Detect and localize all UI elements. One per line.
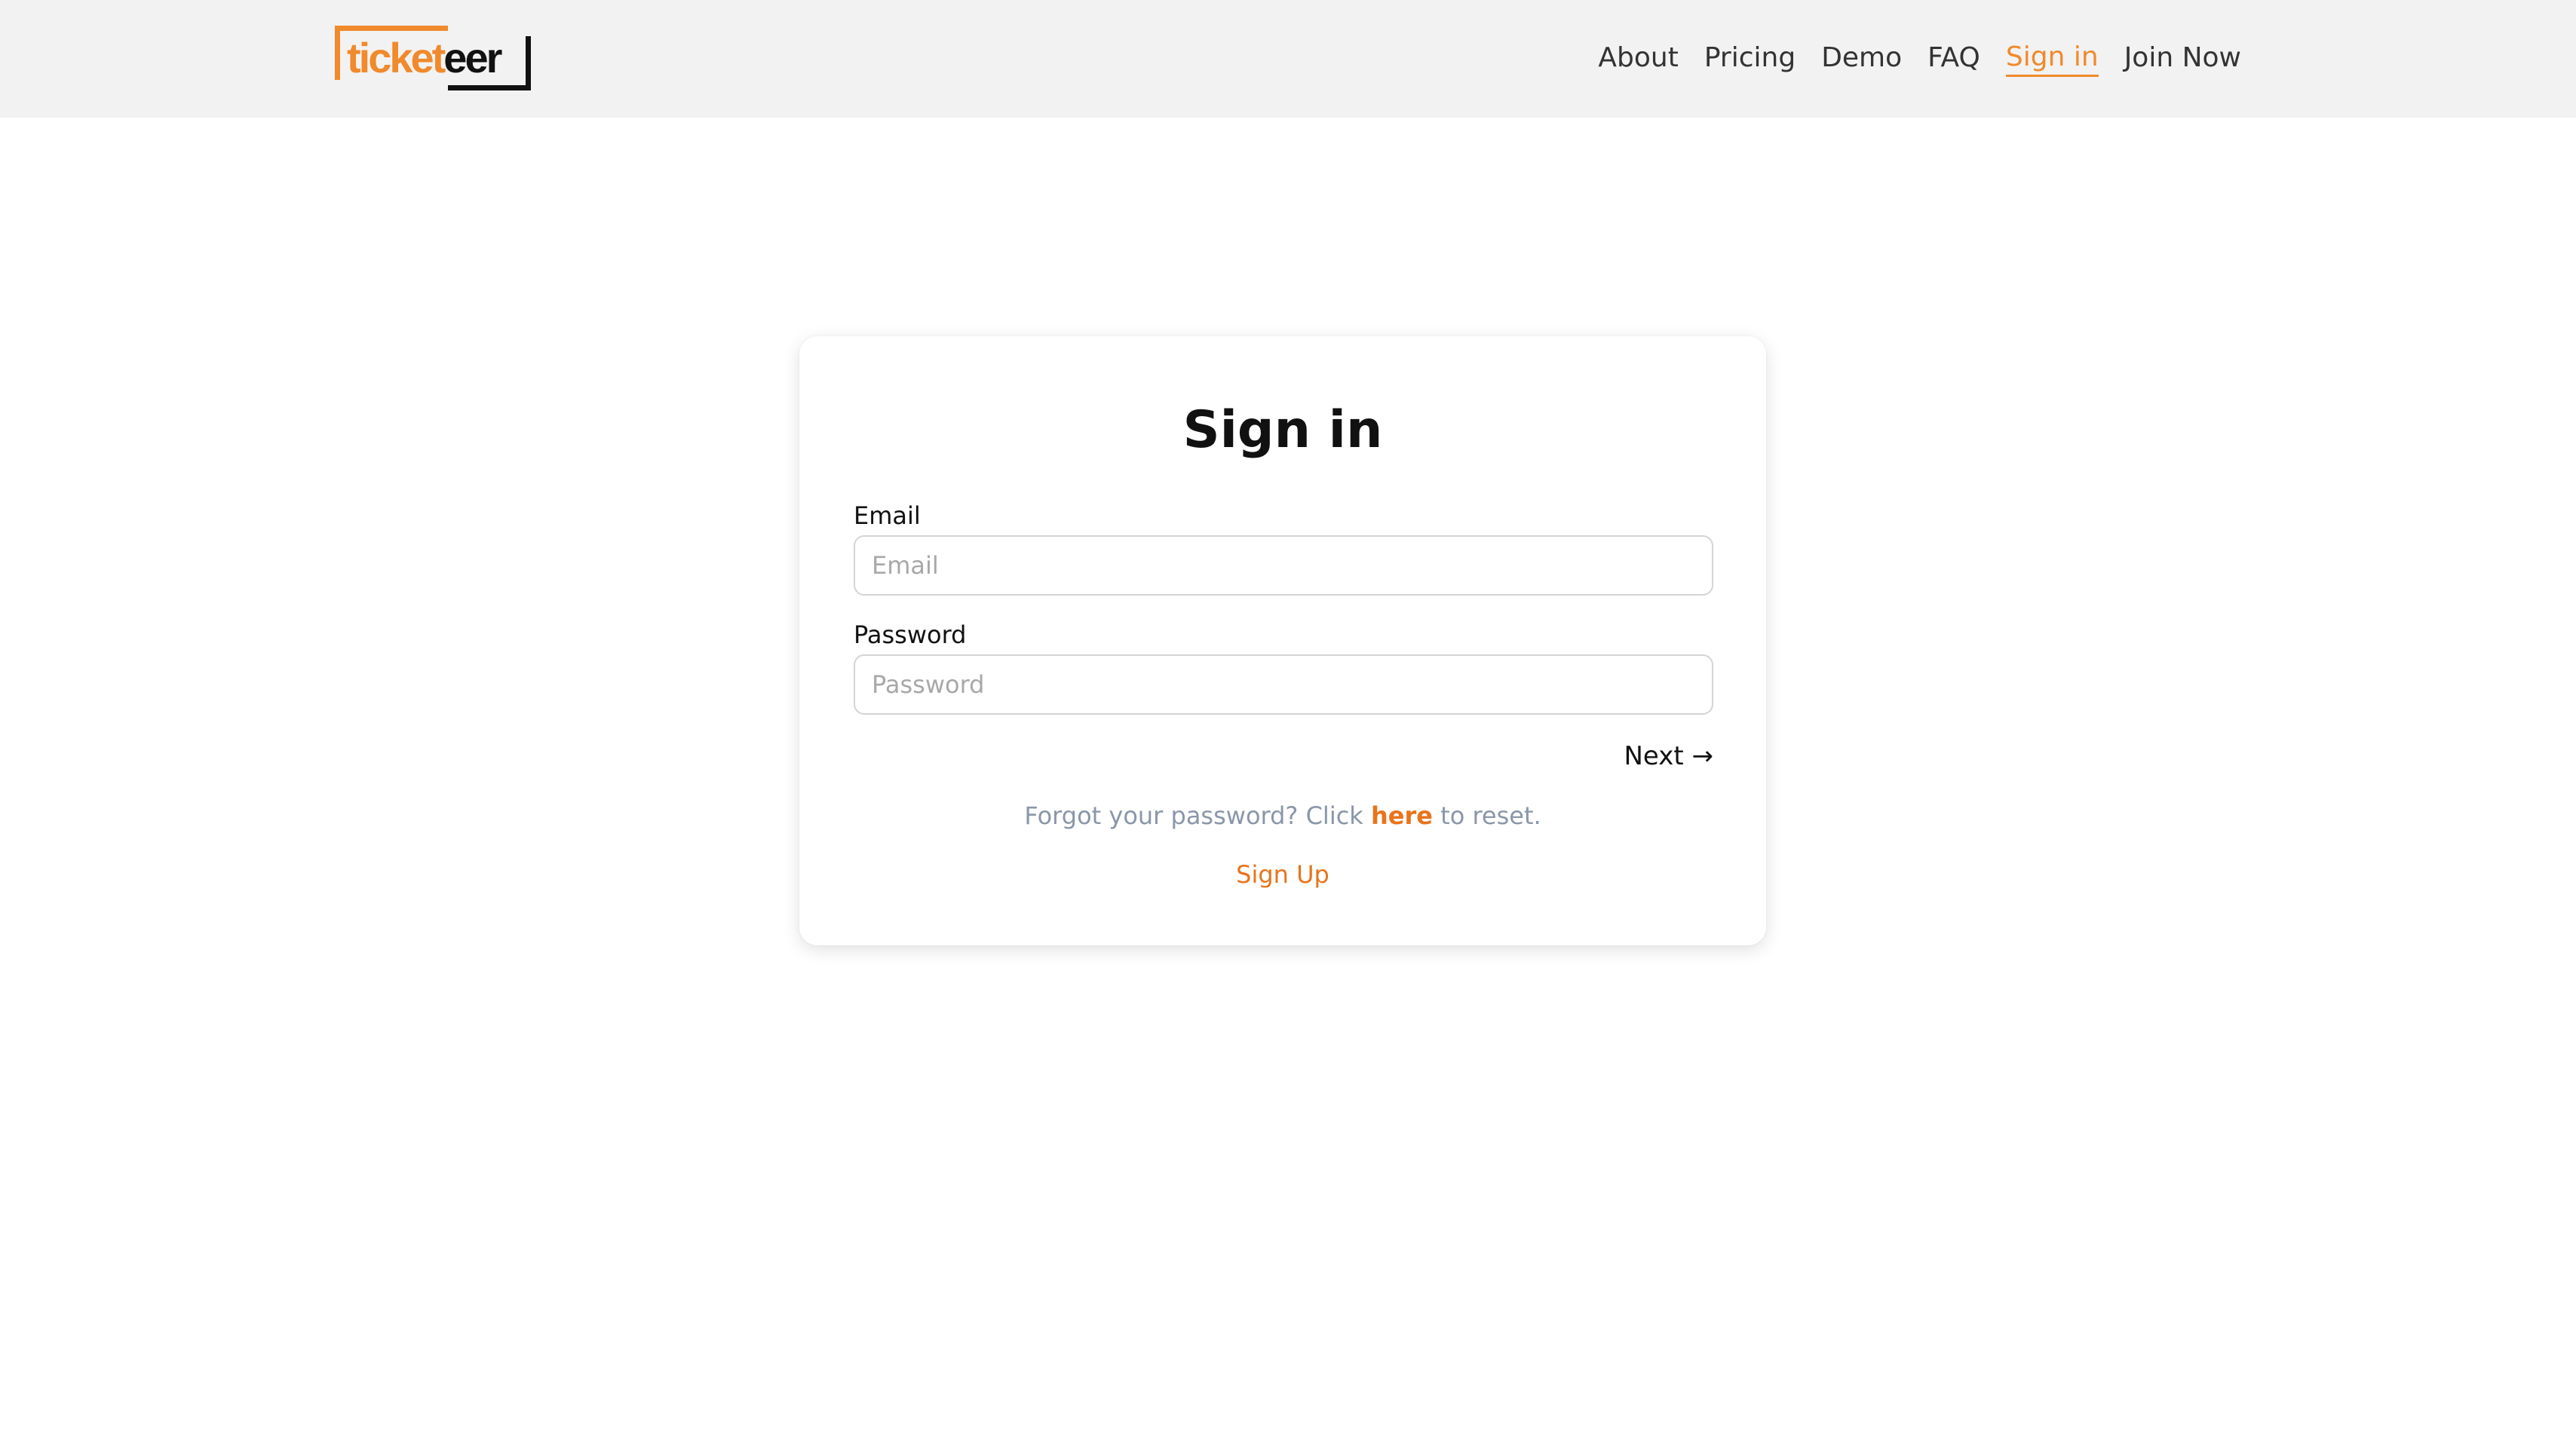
page-title: Sign in [1182,400,1383,460]
logo-wordmark: ticketeer [347,34,502,81]
sign-in-card: Sign in Email Password Next → Forgot you… [799,336,1766,945]
nav-link-about[interactable]: About [1598,39,1678,77]
email-field[interactable] [854,535,1713,596]
nav-link-faq[interactable]: FAQ [1927,39,1980,77]
main-nav: About Pricing Demo FAQ Sign in Join Now [1598,39,2241,77]
nav-link-demo[interactable]: Demo [1821,39,1902,77]
nav-link-pricing[interactable]: Pricing [1704,39,1796,77]
email-label: Email [854,501,921,530]
nav-link-sign-in[interactable]: Sign in [2005,40,2099,77]
password-field[interactable] [854,654,1713,715]
next-button[interactable]: Next → [1624,737,1713,775]
reset-password-link[interactable]: here [1371,801,1433,830]
forgot-suffix: to reset. [1432,801,1541,830]
forgot-prefix: Forgot your password? Click [1024,801,1371,830]
sign-up-row: Sign Up [799,856,1766,893]
top-nav-bar: ticketeer About Pricing Demo FAQ Sign in… [0,0,2576,118]
forgot-password-text: Forgot your password? Click here to rese… [799,798,1766,834]
sign-up-link[interactable]: Sign Up [1236,860,1329,889]
logo-text-dark: eer [443,34,502,81]
nav-link-join-now[interactable]: Join Now [2124,39,2241,77]
ticketeer-logo[interactable]: ticketeer [335,26,531,90]
password-label: Password [854,620,967,649]
logo-text-orange: ticket [347,34,446,81]
